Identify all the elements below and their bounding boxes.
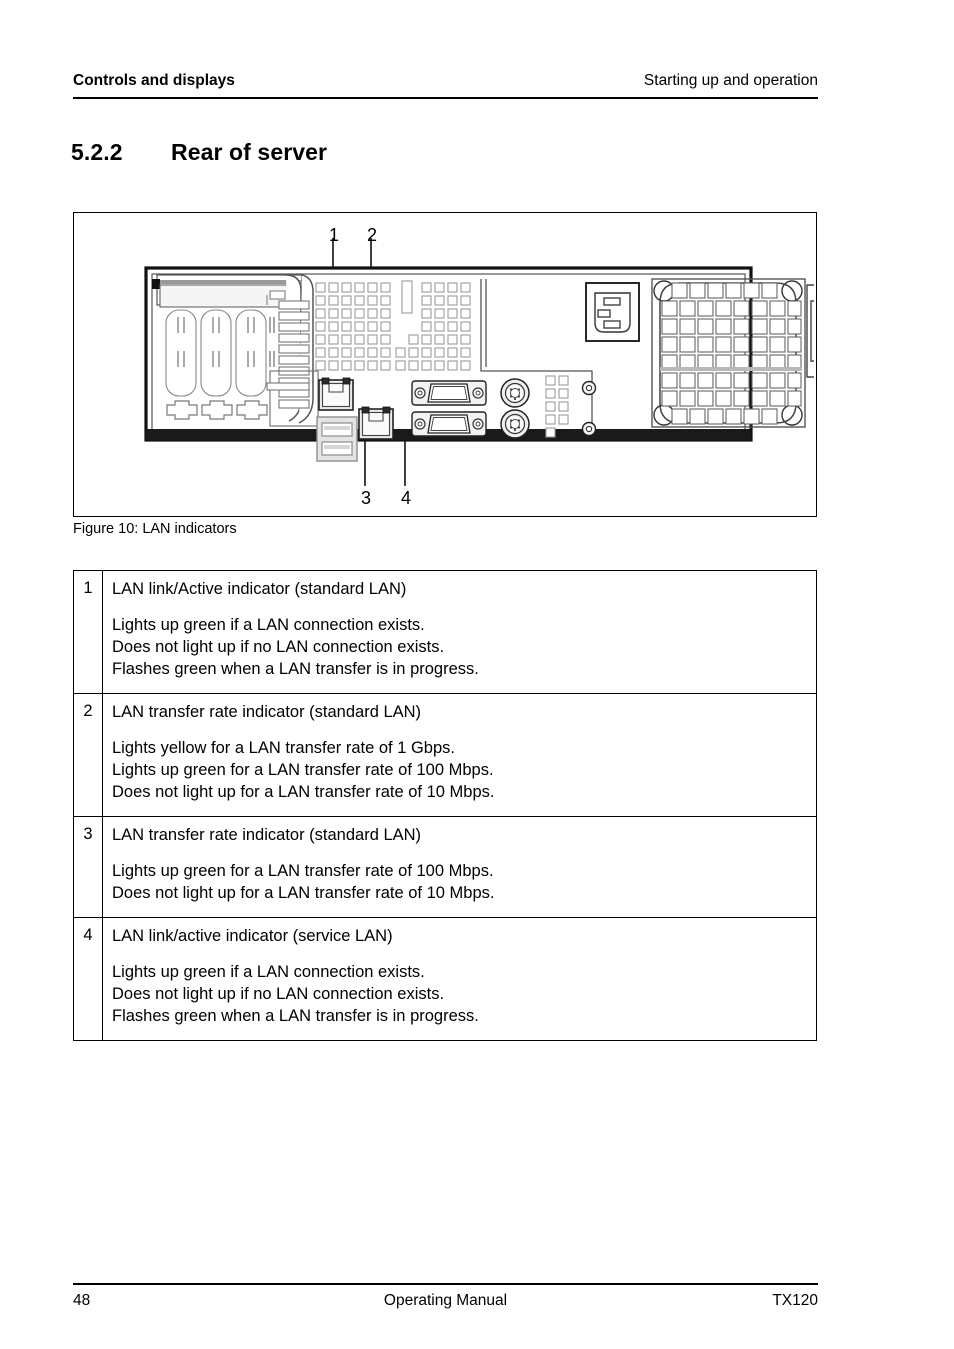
header-chapter-title: Controls and displays xyxy=(73,72,235,89)
lan-led-2 xyxy=(342,377,351,385)
row-title: LAN link/active indicator (service LAN) xyxy=(112,926,393,945)
db9-serial-port xyxy=(411,380,487,406)
vga-port xyxy=(411,411,487,437)
header-divider xyxy=(73,97,818,99)
row-content: LAN transfer rate indicator (standard LA… xyxy=(102,692,817,817)
lan-led-1 xyxy=(321,377,330,385)
row-detail: Does not light up if no LAN connection e… xyxy=(112,984,445,1003)
row-detail: Lights yellow for a LAN transfer rate of… xyxy=(112,739,455,758)
row-detail: Lights up green for a LAN transfer rate … xyxy=(112,862,494,880)
row-index: 2 xyxy=(73,692,103,817)
row-content: LAN transfer rate indicator (standard LA… xyxy=(102,815,817,918)
row-index: 3 xyxy=(73,815,103,918)
callout-2: 2 xyxy=(367,225,378,245)
page-title: 5.2.2 Rear of server xyxy=(71,139,327,166)
header-section-title: Starting up and operation xyxy=(643,72,818,89)
figure-caption: Figure 10: LAN indicators xyxy=(73,521,237,537)
usb-port-stack xyxy=(316,416,358,462)
footer-divider xyxy=(73,1283,818,1285)
running-header: Controls and displays Starting up and op… xyxy=(73,72,818,90)
row-detail: Flashes green when a LAN transfer is in … xyxy=(112,660,479,678)
callout-1: 1 xyxy=(329,225,340,245)
row-index: 4 xyxy=(73,916,103,1041)
rj45-service-lan-port xyxy=(358,406,394,440)
row-index: 1 xyxy=(73,570,103,694)
callout-4: 4 xyxy=(401,488,412,508)
section-number: 5.2.2 xyxy=(71,139,123,165)
row-title: LAN transfer rate indicator (standard LA… xyxy=(112,825,422,844)
footer-product-name: TX120 xyxy=(772,1292,818,1309)
psu-latch xyxy=(806,284,818,378)
table-row: 4 LAN link/active indicator (service LAN… xyxy=(73,916,817,1041)
row-detail: Lights up green for a LAN transfer rate … xyxy=(112,761,494,779)
row-content: LAN link/active indicator (service LAN) … xyxy=(102,916,817,1041)
row-detail: Flashes green when a LAN transfer is in … xyxy=(112,1006,479,1025)
callout-3: 3 xyxy=(361,488,372,508)
table-row: 3 LAN transfer rate indicator (standard … xyxy=(73,815,817,918)
table-row: 2 LAN transfer rate indicator (standard … xyxy=(73,692,817,817)
row-content: LAN link/Active indicator (standard LAN)… xyxy=(102,570,817,694)
iec-c14-power-inlet xyxy=(585,282,640,342)
table-row: 1 LAN link/Active indicator (standard LA… xyxy=(73,570,817,694)
row-detail: Lights up green if a LAN connection exis… xyxy=(112,963,425,981)
row-detail: Does not light up if no LAN connection e… xyxy=(112,638,445,657)
row-title: LAN link/Active indicator (standard LAN) xyxy=(112,580,407,598)
section-title: Rear of server xyxy=(171,139,328,165)
row-title: LAN transfer rate indicator (standard LA… xyxy=(112,702,422,721)
rj45-standard-lan-port xyxy=(318,377,354,411)
slot-thumbscrew-clips xyxy=(166,400,268,420)
row-detail: Does not light up for a LAN transfer rat… xyxy=(112,883,495,902)
figure-frame: 1 2 3 4 xyxy=(73,212,829,517)
service-lan-led-2 xyxy=(382,406,391,414)
lan-indicator-table: 1 LAN link/Active indicator (standard LA… xyxy=(73,570,817,1041)
footer-document-title: Operating Manual xyxy=(383,1292,508,1309)
row-detail: Does not light up for a LAN transfer rat… xyxy=(112,782,495,801)
service-lan-led-1 xyxy=(361,406,370,414)
rear-of-server-diagram xyxy=(144,238,829,486)
row-detail: Lights up green if a LAN connection exis… xyxy=(112,616,425,635)
